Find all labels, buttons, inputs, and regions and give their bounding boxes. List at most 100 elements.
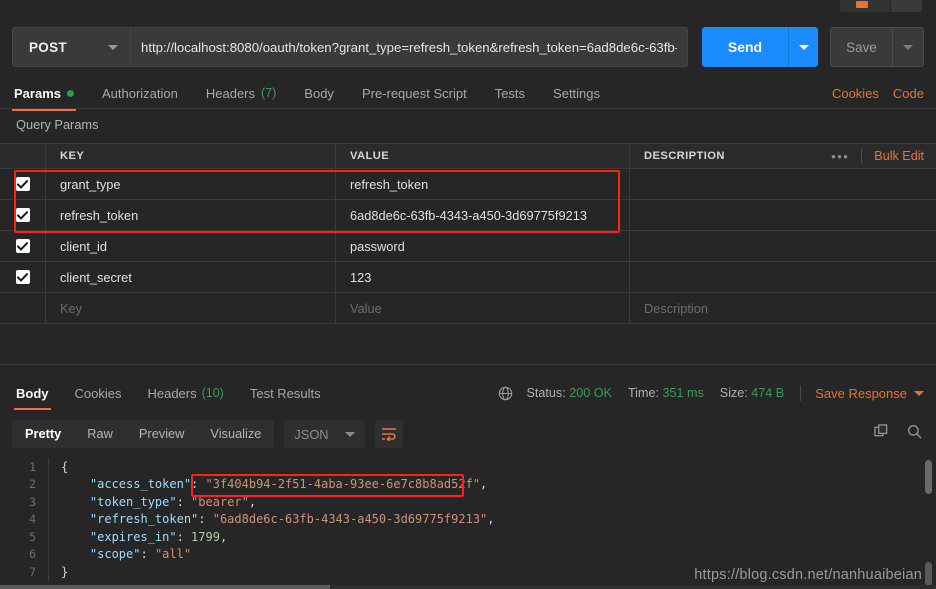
code-line-text: "expires_in": 1799,	[61, 529, 228, 544]
request-tab-bar: Params Authorization Headers (7) Body Pr…	[0, 78, 936, 111]
line-number: 6	[29, 547, 36, 562]
size-indicator: Size: 474 B	[720, 386, 784, 400]
save-response-chevron-down-icon[interactable]	[914, 390, 924, 396]
code-line-text: }	[61, 564, 69, 579]
save-response-button[interactable]: Save Response	[815, 386, 907, 401]
line-number: 2	[29, 477, 36, 492]
tab-pre-request-script[interactable]: Pre-request Script	[348, 78, 481, 108]
response-tab-test-results[interactable]: Test Results	[237, 378, 334, 408]
code-link[interactable]: Code	[893, 86, 924, 101]
tab-headers[interactable]: Headers (7)	[192, 78, 290, 108]
response-tab-cookies-label: Cookies	[74, 385, 122, 401]
save-dropdown-button[interactable]	[892, 27, 924, 67]
column-header-value: VALUE	[350, 150, 390, 162]
table-row[interactable]: refresh_token 6ad8de6c-63fb-4343-a450-3d…	[0, 200, 936, 231]
request-url-bar: POST http://localhost:8080/oauth/token?g…	[12, 26, 924, 68]
code-line: 1{	[0, 458, 936, 476]
row-key: refresh_token	[60, 207, 139, 223]
time-value: 351 ms	[662, 386, 704, 400]
postman-window: POST http://localhost:8080/oauth/token?g…	[0, 0, 936, 589]
status-indicator: Status: 200 OK	[527, 386, 612, 400]
tab-headers-label: Headers	[205, 85, 256, 101]
divider-above-response	[0, 364, 936, 365]
response-tab-headers-count: (10)	[201, 386, 224, 400]
response-tab-headers-label: Headers	[147, 385, 197, 401]
cookies-link[interactable]: Cookies	[832, 86, 879, 101]
watermark: https://blog.csdn.net/nanhuaibeian	[694, 567, 922, 583]
table-header-actions: ••• Bulk Edit	[819, 143, 936, 169]
send-button[interactable]: Send	[702, 27, 788, 67]
chevron-down-icon	[903, 44, 913, 50]
tab-params[interactable]: Params	[0, 78, 88, 111]
row-checkbox[interactable]	[15, 177, 30, 191]
table-row[interactable]: client_id password	[0, 231, 936, 262]
tab-body-label: Body	[304, 85, 334, 101]
table-row[interactable]: grant_type refresh_token	[0, 169, 936, 200]
line-number: 4	[29, 512, 36, 527]
tab-authorization[interactable]: Authorization	[88, 78, 192, 108]
view-tab-raw[interactable]: Raw	[74, 420, 126, 448]
view-tab-visualize[interactable]: Visualize	[197, 420, 274, 448]
line-number: 5	[29, 529, 36, 544]
row-value: password	[350, 238, 405, 254]
row-value: 6ad8de6c-63fb-4343-a450-3d69775f9213	[350, 207, 587, 223]
more-options-icon[interactable]: •••	[819, 149, 861, 164]
tab-pre-request-script-label: Pre-request Script	[361, 85, 467, 101]
response-tab-cookies[interactable]: Cookies	[62, 378, 135, 408]
send-dropdown-button[interactable]	[788, 27, 818, 67]
partial-cut-button-right	[890, 0, 922, 12]
send-button-group: Send	[702, 27, 818, 67]
time-indicator: Time: 351 ms	[628, 386, 704, 400]
code-line-text: "token_type": "bearer",	[61, 494, 257, 509]
code-scrollbar-thumb[interactable]	[925, 460, 932, 494]
response-right-icons	[874, 420, 922, 448]
status-value: 200 OK	[569, 386, 612, 400]
response-view-tabs: Pretty Raw Preview Visualize	[12, 420, 275, 448]
table-header-row: KEY VALUE DESCRIPTION	[0, 143, 936, 169]
tab-authorization-label: Authorization	[101, 85, 178, 101]
line-number: 3	[29, 494, 36, 509]
row-key: client_secret	[60, 269, 132, 285]
view-tab-pretty[interactable]: Pretty	[12, 420, 74, 448]
code-line: 4 "refresh_token": "6ad8de6c-63fb-4343-a…	[0, 510, 936, 528]
save-button-group: Save	[830, 27, 924, 67]
response-tab-test-results-label: Test Results	[249, 385, 321, 401]
view-tab-preview[interactable]: Preview	[126, 420, 198, 448]
partial-cut-button-left	[840, 0, 890, 12]
row-checkbox[interactable]	[15, 208, 30, 222]
code-line-text: {	[61, 459, 69, 474]
search-icon[interactable]	[907, 424, 922, 444]
empty-row-description-placeholder: Description	[644, 300, 709, 316]
response-tab-body[interactable]: Body	[3, 378, 62, 410]
code-scrollbar-thumb-lower[interactable]	[925, 562, 932, 586]
tab-tests[interactable]: Tests	[481, 78, 539, 108]
bulk-edit-link[interactable]: Bulk Edit	[862, 149, 936, 163]
wrap-lines-button[interactable]	[374, 420, 403, 448]
horizontal-scrollbar-thumb[interactable]	[0, 585, 330, 589]
copy-icon[interactable]	[874, 424, 889, 444]
tab-settings-label: Settings	[553, 85, 601, 101]
empty-row-key-placeholder: Key	[60, 300, 83, 316]
code-line-text: "refresh_token": "6ad8de6c-63fb-4343-a45…	[61, 512, 495, 527]
code-line-text: "access_token": "3f404b94-2f51-4aba-93ee…	[61, 477, 488, 492]
table-row-empty[interactable]: Key Value Description	[0, 293, 936, 324]
code-line: 2 "access_token": "3f404b94-2f51-4aba-93…	[0, 475, 936, 493]
http-method-select[interactable]: POST	[12, 27, 130, 67]
horizontal-scrollbar-track[interactable]	[0, 585, 936, 589]
divider	[800, 385, 802, 401]
response-format-select[interactable]: JSON	[284, 420, 365, 448]
tab-body[interactable]: Body	[290, 78, 348, 108]
top-strip	[0, 0, 936, 14]
chevron-down-icon	[344, 431, 355, 437]
row-checkbox[interactable]	[15, 270, 30, 284]
save-button[interactable]: Save	[830, 27, 892, 67]
row-checkbox[interactable]	[15, 239, 30, 253]
response-tab-headers[interactable]: Headers (10)	[134, 378, 236, 408]
url-input[interactable]: http://localhost:8080/oauth/token?grant_…	[130, 27, 688, 67]
code-line: 5 "expires_in": 1799,	[0, 528, 936, 546]
partial-cut-button[interactable]	[840, 0, 922, 12]
table-row[interactable]: client_secret 123	[0, 262, 936, 293]
tab-settings[interactable]: Settings	[539, 78, 614, 108]
code-line-text: "scope": "all"	[61, 547, 192, 562]
code-line: 6 "scope": "all"	[0, 545, 936, 563]
